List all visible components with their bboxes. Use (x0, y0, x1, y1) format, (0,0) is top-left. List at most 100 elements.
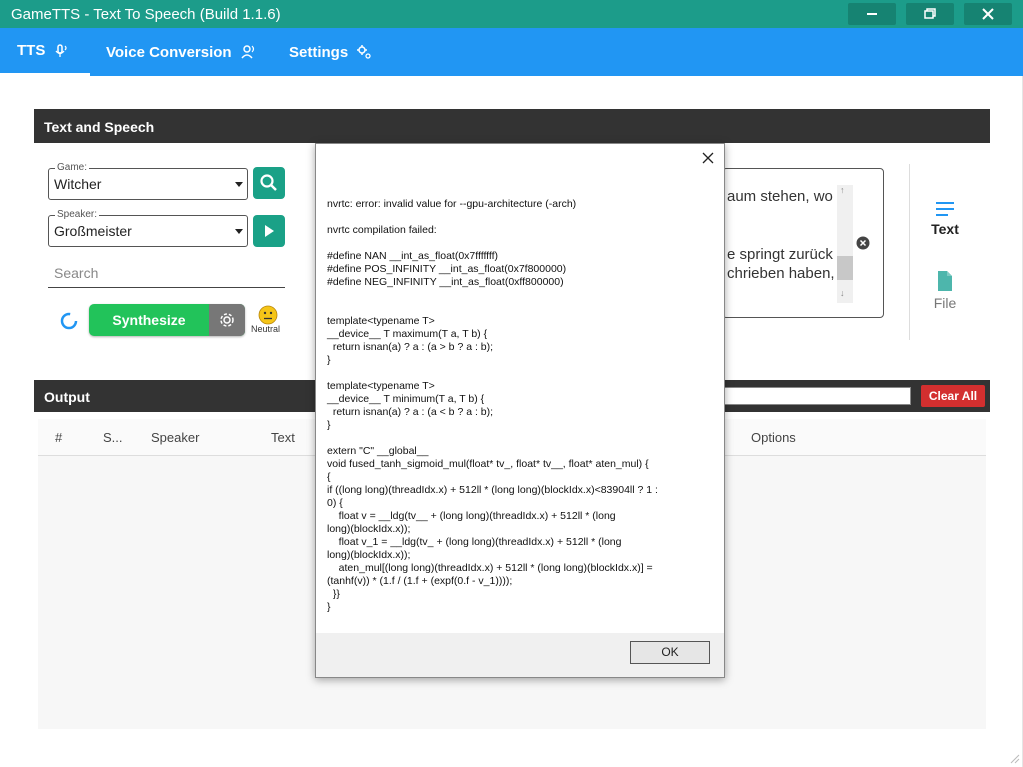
text-line-3: chrieben haben, (727, 265, 835, 282)
tab-tts[interactable]: TTS (0, 28, 90, 76)
file-mode-tab[interactable]: File (920, 270, 970, 311)
output-filter-input[interactable] (720, 387, 911, 405)
restore-icon (924, 8, 936, 19)
tab-voice-conversion[interactable]: Voice Conversion (106, 28, 256, 76)
error-dialog: nvrtc: error: invalid value for --gpu-ar… (315, 143, 725, 678)
col-options[interactable]: Options (751, 430, 796, 445)
error-message-line: __device__ T maximum(T a, T b) { (327, 328, 488, 340)
window-title: GameTTS - Text To Speech (Build 1.1.6) (11, 6, 281, 23)
tab-bar: TTS Voice Conversion Settings (0, 28, 1023, 76)
error-message-line: if ((long long)(threadIdx.x) + 512ll * (… (327, 484, 658, 496)
error-message-line: float v_1 = __ldg(tv_ + (long long)(thre… (327, 536, 622, 548)
search-game-button[interactable] (253, 167, 285, 199)
text-speech-header: Text and Speech (34, 109, 990, 143)
error-message-line: long)(blockIdx.x)); (327, 523, 411, 535)
play-sample-button[interactable] (253, 215, 285, 247)
error-message-line (327, 211, 707, 224)
file-mode-label: File (933, 295, 957, 311)
speaker-search-input[interactable]: Search (48, 260, 285, 288)
speaker-select[interactable]: Speaker: Großmeister (48, 209, 248, 247)
minimize-button[interactable] (848, 3, 896, 25)
synthesize-button[interactable]: Synthesize (89, 304, 245, 336)
speaker-value: Großmeister (54, 223, 132, 239)
gears-icon (357, 45, 371, 59)
error-message-line: #define POS_INFINITY __int_as_float(0x7f… (327, 263, 567, 275)
error-message: nvrtc: error: invalid value for --gpu-ar… (327, 198, 707, 614)
dialog-close-icon[interactable] (700, 150, 716, 166)
restore-button[interactable] (906, 3, 954, 25)
file-icon (938, 271, 952, 291)
error-message-line: 0) { (327, 497, 343, 509)
text-line-2: e springt zurück (727, 246, 833, 263)
chevron-down-icon (235, 182, 243, 187)
text-lines-icon (936, 202, 954, 216)
chevron-down-icon (235, 229, 243, 234)
error-message-line: nvrtc: error: invalid value for --gpu-ar… (327, 198, 577, 210)
play-icon (265, 225, 274, 237)
error-message-line: float v = __ldg(tv__ + (long long)(threa… (327, 510, 616, 522)
error-message-line: template<typename T> (327, 380, 435, 392)
col-speaker[interactable]: Speaker (151, 430, 199, 445)
error-message-line (327, 237, 707, 250)
scroll-down-icon[interactable]: ↓ (840, 288, 845, 298)
tab-voice-conversion-label: Voice Conversion (106, 43, 232, 61)
error-message-line (327, 367, 707, 380)
error-message-line: #define NEG_INFINITY __int_as_float(0xff… (327, 276, 564, 288)
tab-settings-label: Settings (289, 43, 349, 61)
clear-all-button[interactable]: Clear All (921, 385, 985, 407)
col-text[interactable]: Text (271, 430, 295, 445)
error-message-line: template<typename T> (327, 315, 435, 327)
game-label: Game: (55, 162, 90, 173)
microphone-icon (55, 43, 67, 57)
dialog-footer: OK (316, 633, 724, 677)
resize-grip-icon[interactable] (1008, 752, 1020, 764)
error-message-line (327, 302, 707, 315)
tab-settings[interactable]: Settings (289, 28, 372, 76)
text-mode-label: Text (931, 221, 959, 237)
speaker-label: Speaker: (55, 209, 100, 220)
error-message-line: nvrtc compilation failed: (327, 224, 437, 236)
voice-convert-icon (241, 45, 254, 59)
synthesize-label: Synthesize (112, 312, 186, 328)
error-message-line (327, 432, 707, 445)
close-icon (982, 8, 994, 20)
clear-text-icon[interactable] (856, 236, 870, 250)
error-message-line: } (327, 601, 331, 613)
text-mode-tab[interactable]: Text (920, 200, 970, 237)
error-message-line: return isnan(a) ? a : (a < b ? a : b); (327, 406, 494, 418)
text-scrollbar[interactable]: ↑ ↓ (837, 185, 853, 303)
scroll-thumb[interactable] (837, 256, 853, 280)
search-placeholder: Search (54, 265, 99, 281)
loading-spinner-icon (60, 312, 78, 330)
minimize-icon (867, 13, 877, 15)
error-message-line: extern "C" __global__ (327, 445, 429, 457)
side-divider (909, 164, 910, 340)
error-message-line: __device__ T minimum(T a, T b) { (327, 393, 485, 405)
synthesize-settings-button[interactable] (209, 304, 245, 336)
col-number[interactable]: # (55, 430, 62, 445)
gear-icon (220, 313, 234, 327)
game-value: Witcher (54, 176, 102, 192)
ok-button[interactable]: OK (630, 641, 710, 664)
error-message-line: { (327, 471, 331, 483)
error-message-line: #define NAN __int_as_float(0x7fffffff) (327, 250, 499, 262)
search-icon (260, 174, 277, 191)
game-select[interactable]: Game: Witcher (48, 162, 248, 200)
error-message-line: } (327, 419, 331, 431)
text-line-1: aum stehen, wo (727, 188, 833, 205)
tab-tts-label: TTS (17, 42, 46, 59)
error-message-line: long)(blockIdx.x)); (327, 549, 411, 561)
emotion-label: Neutral (251, 324, 281, 334)
error-message-line: aten_mul[(long long)(threadIdx.x) + 512l… (327, 562, 653, 574)
error-message-line: void fused_tanh_sigmoid_mul(float* tv_, … (327, 458, 649, 470)
title-bar: GameTTS - Text To Speech (Build 1.1.6) (0, 0, 1023, 28)
error-message-line: (tanhf(v)) * (1.f / (1.f + (expf(0.f - v… (327, 575, 513, 587)
error-message-line (327, 289, 707, 302)
col-status[interactable]: S... (103, 430, 123, 445)
error-message-line: }} (327, 588, 340, 600)
scroll-up-icon[interactable]: ↑ (840, 185, 845, 195)
error-message-line: return isnan(a) ? a : (a > b ? a : b); (327, 341, 494, 353)
close-button[interactable] (964, 3, 1012, 25)
error-message-line: } (327, 354, 331, 366)
neutral-emoji-icon[interactable] (258, 305, 278, 325)
